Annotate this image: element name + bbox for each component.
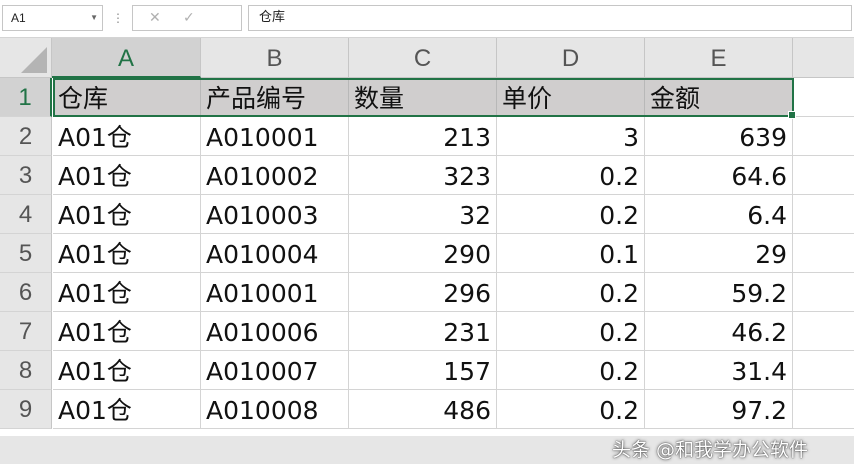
cell-d3[interactable]: 0.2	[497, 156, 645, 195]
row-header-5[interactable]: 5	[0, 234, 52, 273]
cell-b8[interactable]: A010007	[201, 351, 349, 390]
cell-a4[interactable]: A01仓	[53, 195, 201, 234]
watermark: 头条 @和我学办公软件	[612, 439, 809, 461]
cell-c1[interactable]: 数量	[349, 78, 497, 117]
formula-input[interactable]: 仓库	[248, 5, 852, 31]
cell-c7[interactable]: 231	[349, 312, 497, 351]
cell-b3[interactable]: A010002	[201, 156, 349, 195]
cell-c8[interactable]: 157	[349, 351, 497, 390]
cell-a9[interactable]: A01仓	[53, 390, 201, 429]
cell-a2[interactable]: A01仓	[53, 117, 201, 156]
row-header-9[interactable]: 9	[0, 390, 52, 429]
cell-e9[interactable]: 97.2	[645, 390, 793, 429]
row-header-4[interactable]: 4	[0, 195, 52, 234]
cell-f4[interactable]	[793, 195, 854, 234]
cell-e3[interactable]: 64.6	[645, 156, 793, 195]
cell-f3[interactable]	[793, 156, 854, 195]
spreadsheet-grid: A B C D E 1 2 3 4 5 6 7 8 9 仓库 产品编号 数量 单价 金额…	[0, 38, 854, 461]
cell-a6[interactable]: A01仓	[53, 273, 201, 312]
cell-b1[interactable]: 产品编号	[201, 78, 349, 117]
cell-c6[interactable]: 296	[349, 273, 497, 312]
cell-f8[interactable]	[793, 351, 854, 390]
cell-d9[interactable]: 0.2	[497, 390, 645, 429]
cell-e6[interactable]: 59.2	[645, 273, 793, 312]
cell-d5[interactable]: 0.1	[497, 234, 645, 273]
cell-c9[interactable]: 486	[349, 390, 497, 429]
formula-buttons: ✕ ✓ fx	[132, 5, 360, 31]
cell-a5[interactable]: A01仓	[53, 234, 201, 273]
cell-d2[interactable]: 3	[497, 117, 645, 156]
name-box[interactable]: A1 ▼	[2, 5, 103, 31]
cell-a3[interactable]: A01仓	[53, 156, 201, 195]
cell-b2[interactable]: A010001	[201, 117, 349, 156]
cell-c2[interactable]: 213	[349, 117, 497, 156]
cell-e7[interactable]: 46.2	[645, 312, 793, 351]
row-header-8[interactable]: 8	[0, 351, 52, 390]
select-all-corner[interactable]	[0, 38, 52, 78]
cell-a1[interactable]: 仓库	[53, 78, 201, 117]
cell-d4[interactable]: 0.2	[497, 195, 645, 234]
enter-icon[interactable]: ✓	[183, 6, 195, 30]
more-options-icon[interactable]: ⋮	[112, 6, 124, 30]
cell-f5[interactable]	[793, 234, 854, 273]
cell-f1[interactable]	[793, 78, 854, 117]
cell-b6[interactable]: A010001	[201, 273, 349, 312]
formula-bar: A1 ▼ ⋮ ✕ ✓ fx 仓库	[0, 0, 854, 38]
column-header-b[interactable]: B	[201, 38, 349, 78]
cancel-icon[interactable]: ✕	[149, 6, 161, 30]
cell-e1[interactable]: 金额	[645, 78, 793, 117]
row-header-7[interactable]: 7	[0, 312, 52, 351]
cell-e5[interactable]: 29	[645, 234, 793, 273]
cell-f9[interactable]	[793, 390, 854, 429]
cell-d8[interactable]: 0.2	[497, 351, 645, 390]
cell-e2[interactable]: 639	[645, 117, 793, 156]
column-header-f[interactable]	[793, 38, 854, 78]
row-header-6[interactable]: 6	[0, 273, 52, 312]
cell-f2[interactable]	[793, 117, 854, 156]
chevron-down-icon[interactable]: ▼	[90, 6, 98, 30]
cell-e8[interactable]: 31.4	[645, 351, 793, 390]
cell-b5[interactable]: A010004	[201, 234, 349, 273]
cell-d1[interactable]: 单价	[497, 78, 645, 117]
cell-b7[interactable]: A010006	[201, 312, 349, 351]
cell-d6[interactable]: 0.2	[497, 273, 645, 312]
cell-f6[interactable]	[793, 273, 854, 312]
cell-b4[interactable]: A010003	[201, 195, 349, 234]
column-header-a[interactable]: A	[52, 38, 201, 78]
column-header-d[interactable]: D	[497, 38, 645, 78]
row-header-1[interactable]: 1	[0, 78, 52, 117]
row-header-2[interactable]: 2	[0, 117, 52, 156]
cell-a7[interactable]: A01仓	[53, 312, 201, 351]
name-box-value: A1	[11, 11, 26, 25]
column-header-c[interactable]: C	[349, 38, 497, 78]
cell-b9[interactable]: A010008	[201, 390, 349, 429]
cell-a8[interactable]: A01仓	[53, 351, 201, 390]
row-header-3[interactable]: 3	[0, 156, 52, 195]
cell-d7[interactable]: 0.2	[497, 312, 645, 351]
cell-c4[interactable]: 32	[349, 195, 497, 234]
cell-c3[interactable]: 323	[349, 156, 497, 195]
cell-e4[interactable]: 6.4	[645, 195, 793, 234]
column-header-e[interactable]: E	[645, 38, 793, 78]
cell-c5[interactable]: 290	[349, 234, 497, 273]
cell-f7[interactable]	[793, 312, 854, 351]
